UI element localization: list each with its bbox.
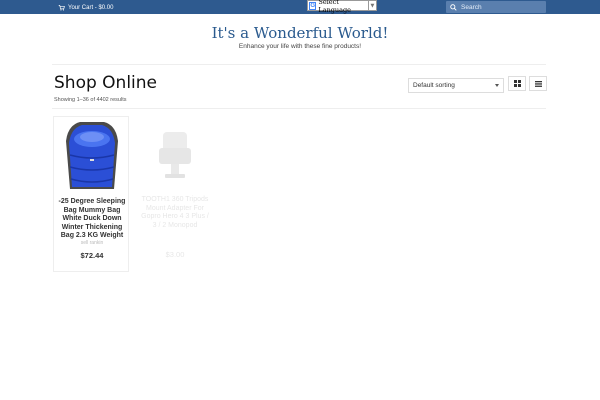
language-selector[interactable]: G Select Language ▼ — [307, 0, 377, 14]
product-card[interactable]: -25 Degree Sleeping Bag Mummy Bag White … — [53, 116, 129, 272]
grid-icon — [513, 80, 521, 87]
header-divider — [52, 64, 546, 65]
site-tagline: Enhance your life with these fine produc… — [238, 43, 362, 50]
sort-value: Default sorting — [413, 82, 455, 89]
site-title[interactable]: It's a Wonderful World! — [0, 24, 600, 42]
product-card[interactable]: TOOTH1 360 Tripods Mount Adapter For Gop… — [137, 116, 213, 272]
chevron-down-icon — [495, 84, 499, 87]
product-image[interactable] — [145, 118, 205, 193]
product-name[interactable]: -25 Degree Sleeping Bag Mummy Bag White … — [56, 198, 128, 241]
google-translate-icon: G — [309, 1, 317, 10]
list-view-button[interactable] — [529, 76, 547, 91]
search-icon — [450, 3, 457, 11]
top-bar: Your Cart - $0.00 G Select Language ▼ — [0, 0, 600, 14]
search-input[interactable] — [461, 3, 541, 11]
product-category[interactable]: sell rankin — [54, 240, 130, 246]
cart-icon — [58, 5, 65, 11]
list-icon — [534, 80, 542, 87]
search-box[interactable] — [446, 1, 546, 13]
page-title: Shop Online — [54, 73, 157, 93]
cart-label: Your Cart - $0.00 — [68, 4, 114, 11]
language-label: Select Language — [318, 0, 351, 14]
product-price: $3.00 — [165, 250, 185, 259]
product-price: $72.44 — [80, 251, 104, 260]
product-name[interactable]: TOOTH1 360 Tripods Mount Adapter For Gop… — [139, 196, 211, 230]
toolbar-divider — [52, 108, 546, 109]
grid-view-button[interactable] — [508, 76, 526, 91]
result-count: Showing 1–36 of 4402 results — [54, 97, 127, 103]
product-image[interactable] — [62, 119, 122, 194]
chevron-down-icon: ▼ — [370, 2, 375, 9]
cart-link[interactable]: Your Cart - $0.00 — [58, 3, 113, 12]
sort-select[interactable]: Default sorting — [408, 78, 504, 93]
